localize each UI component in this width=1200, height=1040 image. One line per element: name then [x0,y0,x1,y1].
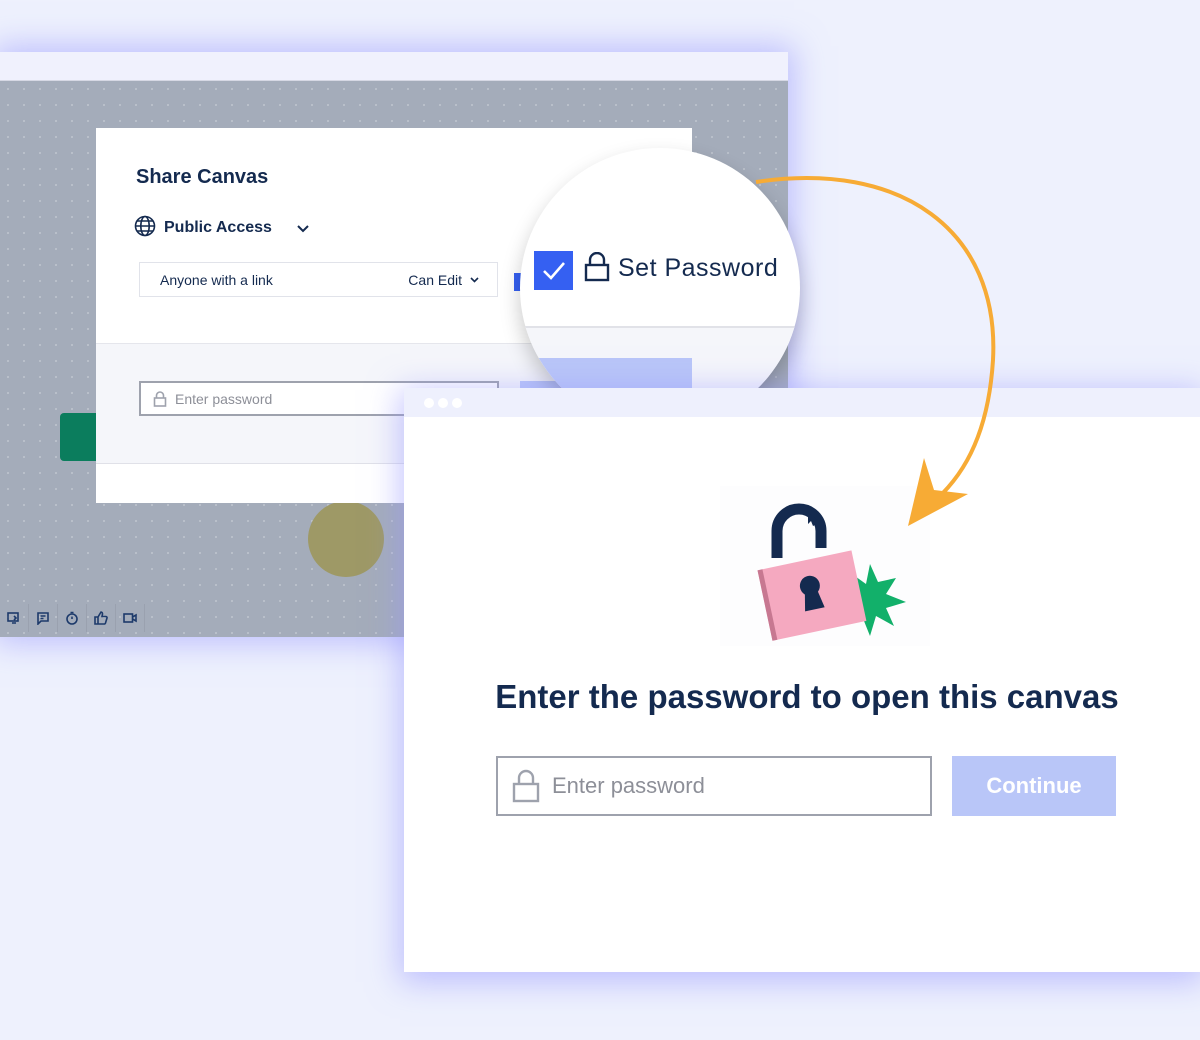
magnifier-callout: Set Password [520,148,800,428]
video-icon [123,613,137,623]
password-placeholder: Enter password [552,773,705,798]
lock-icon [512,769,540,803]
timer-icon [66,611,78,625]
window-titlebar [404,388,1200,417]
padlock-illustration [720,486,930,646]
timer-tool[interactable] [58,604,87,632]
window-dot [438,397,448,408]
lock-icon [584,251,610,286]
password-input[interactable]: Enter password [496,756,932,816]
window-dot [452,397,462,408]
link-scope-label: Anyone with a link [160,271,273,288]
share-screen-tool[interactable] [0,604,29,632]
comment-icon [37,612,49,625]
window-dot [424,397,434,408]
reaction-tool[interactable] [87,604,116,632]
set-password-checkbox[interactable] [534,251,573,290]
thumbs-up-icon [94,611,108,625]
background-window-titlebar [0,52,788,81]
continue-button[interactable]: Continue [952,756,1116,816]
permission-dropdown[interactable]: Can Edit [408,272,479,288]
canvas-toolbar [0,604,145,632]
dialog-title: Share Canvas [136,166,269,188]
lock-icon [153,390,167,407]
chevron-down-icon [296,219,310,238]
video-tool[interactable] [116,604,145,632]
set-password-label: Set Password [618,254,779,282]
globe-icon [134,215,156,241]
password-gate-window: Enter the password to open this canvas E… [404,388,1200,972]
password-placeholder: Enter password [175,390,273,407]
canvas-olive-circle[interactable] [308,501,384,577]
comment-tool[interactable] [29,604,58,632]
checkmark-icon [542,261,565,280]
link-permission-row: Anyone with a link Can Edit [139,262,498,297]
password-gate-heading: Enter the password to open this canvas [495,678,1119,715]
public-access-dropdown[interactable]: Public Access [134,215,310,241]
share-icon [7,612,19,624]
permission-label: Can Edit [408,271,462,288]
access-label: Public Access [164,219,272,236]
chevron-down-icon [470,276,479,283]
